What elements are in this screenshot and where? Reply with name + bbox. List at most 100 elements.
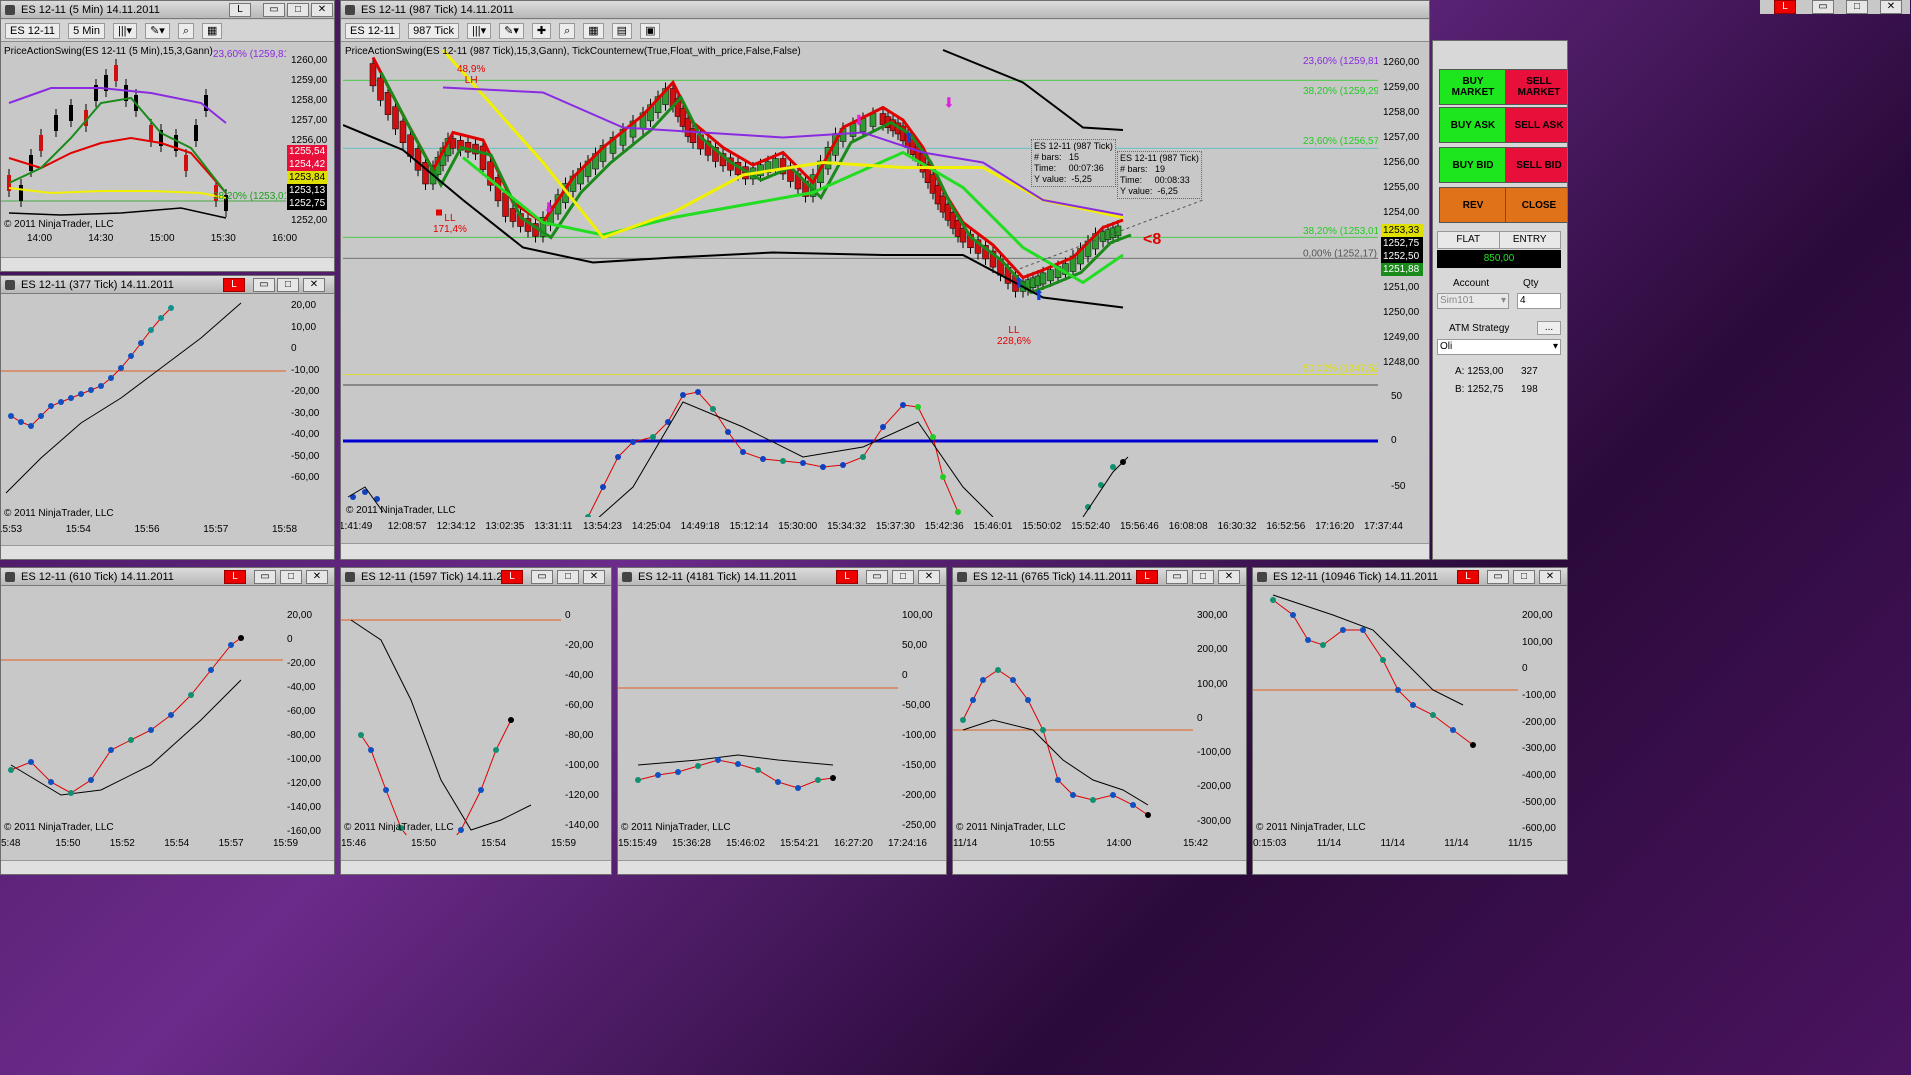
account-select[interactable]: Sim101 ▾ <box>1437 293 1509 309</box>
close-icon[interactable]: ✕ <box>306 570 328 584</box>
close-icon[interactable]: ✕ <box>1218 570 1240 584</box>
minimize-icon[interactable]: ▭ <box>866 570 888 584</box>
buy-market-button[interactable]: BUY MARKET <box>1439 69 1507 105</box>
price-plot-5min[interactable]: PriceActionSwing(ES 12-11 (5 Min),15,3,G… <box>1 43 286 243</box>
interval-selector[interactable]: 987 Tick <box>408 22 460 39</box>
maximize-icon[interactable]: □ <box>1192 570 1214 584</box>
oscillator-plot[interactable]: © 2011 NinjaTrader, LLC <box>341 590 561 835</box>
maximize-icon[interactable]: □ <box>287 3 309 17</box>
time-axis[interactable]: 15:46 15:50 15:54 15:59 <box>341 838 576 852</box>
maximize-icon[interactable]: □ <box>1846 0 1868 14</box>
draw-tools-icon[interactable]: ✎▾ <box>499 22 524 39</box>
link-button[interactable]: L <box>223 278 245 292</box>
time-axis[interactable]: 5:48 15:50 15:52 15:54 15:57 15:59 <box>1 838 298 852</box>
price-axis[interactable]: 1260,001259,001258,001257,001256,001255,… <box>1381 43 1429 383</box>
close-icon[interactable]: ✕ <box>303 278 325 292</box>
value-axis[interactable]: 50 0 -50 <box>1381 387 1429 517</box>
osc-plot-main[interactable]: © 2011 NinjaTrader, LLC <box>343 387 1378 517</box>
close-icon[interactable]: ✕ <box>311 3 333 17</box>
minimize-icon[interactable]: ▭ <box>1812 0 1834 14</box>
draw-tools-icon[interactable]: ✎▾ <box>145 22 170 39</box>
horizontal-scrollbar[interactable] <box>618 860 946 874</box>
atm-select[interactable]: Oli ▾ <box>1437 339 1561 355</box>
oscillator-plot[interactable]: © 2011 NinjaTrader, LLC <box>1253 590 1518 835</box>
link-button[interactable]: L <box>1774 0 1796 14</box>
horizontal-scrollbar[interactable] <box>341 860 611 874</box>
sell-bid-button[interactable]: SELL BID <box>1505 147 1567 183</box>
horizontal-scrollbar[interactable] <box>1 545 334 559</box>
link-button[interactable]: L <box>229 3 251 17</box>
close-icon[interactable]: ✕ <box>583 570 605 584</box>
chart-window-5min[interactable]: ES 12-11 (5 Min) 14.11.2011 L ▭ □ ✕ ES 1… <box>0 0 335 272</box>
zoom-icon[interactable]: ⌕ <box>559 22 576 39</box>
maximize-icon[interactable]: □ <box>1513 570 1535 584</box>
maximize-icon[interactable]: □ <box>557 570 579 584</box>
bar-type-icon[interactable]: |||▾ <box>467 22 492 39</box>
strategies-icon[interactable]: ▣ <box>640 22 661 39</box>
buy-ask-button[interactable]: BUY ASK <box>1439 107 1507 143</box>
close-button[interactable]: CLOSE <box>1505 187 1567 223</box>
time-axis[interactable]: 0:15:03 11/14 11/14 11/14 11/15 <box>1253 838 1532 852</box>
instrument-selector[interactable]: ES 12-11 <box>345 22 401 39</box>
panel-splitter[interactable] <box>343 384 1378 386</box>
close-icon[interactable]: ✕ <box>918 570 940 584</box>
bar-type-icon[interactable]: |||▾ <box>112 22 138 39</box>
osc-plot-377[interactable]: © 2011 NinjaTrader, LLC <box>1 298 286 523</box>
interval-selector[interactable]: 5 Min <box>68 22 105 39</box>
time-axis[interactable]: 15:53 15:54 15:56 15:57 15:58 <box>1 524 297 538</box>
horizontal-scrollbar[interactable] <box>1 257 334 271</box>
zoom-icon[interactable]: ⌕ <box>177 22 194 39</box>
time-axis[interactable]: 15:15:49 15:36:28 15:46:02 15:54:21 16:27:20… <box>618 838 927 852</box>
qty-stepper[interactable]: 4 <box>1517 293 1561 309</box>
crosshair-icon[interactable]: ✚ <box>531 22 552 39</box>
horizontal-scrollbar[interactable] <box>341 543 1429 559</box>
value-axis[interactable]: 200,00 100,00 0 -100,00 -200,00 -300,00 -400,0… <box>1522 590 1567 835</box>
price-plot-main[interactable]: 23,60% (1259,81) 38,20% (1259,29) 23,60% (… <box>343 43 1378 383</box>
instrument-selector[interactable]: ES 12-11 <box>5 22 61 39</box>
value-axis[interactable]: 100,00 50,00 0 -50,00 -100,00 -150,00 -200,00 -… <box>902 590 946 835</box>
oscillator-plot[interactable]: © 2011 NinjaTrader, LLC <box>953 590 1193 835</box>
value-axis[interactable]: 20,00 10,00 0 -10,00 -20,00 -30,00 -40,00 -50,0… <box>291 298 331 523</box>
maximize-icon[interactable]: □ <box>277 278 299 292</box>
minimize-icon[interactable]: ▭ <box>1166 570 1188 584</box>
maximize-icon[interactable]: □ <box>280 570 302 584</box>
oscillator-plot[interactable]: © 2011 NinjaTrader, LLC <box>618 590 898 835</box>
title-bar[interactable]: ES 12-11 (987 Tick) 14.11.2011 <box>341 1 1429 19</box>
value-axis[interactable]: 0 -20,00 -40,00 -60,00 -80,00 -100,00 -120,00 -… <box>565 590 611 835</box>
chart-window-w10946[interactable]: ES 12-11 (10946 Tick) 14.11.2011 L ▭ □ ✕… <box>1252 567 1568 875</box>
atm-edit-button[interactable]: ... <box>1537 321 1561 335</box>
buy-bid-button[interactable]: BUY BID <box>1439 147 1507 183</box>
oscillator-plot[interactable]: © 2011 NinjaTrader, LLC <box>1 590 283 835</box>
chart-window-w1597[interactable]: ES 12-11 (1597 Tick) 14.11.2011 L ▭ □ ✕ ©… <box>340 567 612 875</box>
minimize-icon[interactable]: ▭ <box>531 570 553 584</box>
horizontal-scrollbar[interactable] <box>1253 860 1567 874</box>
chart-window-987tick[interactable]: ES 12-11 (987 Tick) 14.11.2011 ES 12-11 … <box>340 0 1430 560</box>
link-button[interactable]: L <box>1457 570 1479 584</box>
close-icon[interactable]: ✕ <box>1880 0 1902 14</box>
price-axis[interactable]: 1260,001259,001258,001257,001256,001255,… <box>287 43 331 243</box>
sell-ask-button[interactable]: SELL ASK <box>1505 107 1567 143</box>
chart-window-w610[interactable]: ES 12-11 (610 Tick) 14.11.2011 L ▭ □ ✕ © … <box>0 567 335 875</box>
horizontal-scrollbar[interactable] <box>953 860 1246 874</box>
minimize-icon[interactable]: ▭ <box>1487 570 1509 584</box>
minimize-icon[interactable]: ▭ <box>254 570 276 584</box>
link-button[interactable]: L <box>224 570 246 584</box>
chart-window-w4181[interactable]: ES 12-11 (4181 Tick) 14.11.2011 L ▭ □ ✕ ©… <box>617 567 947 875</box>
indicators-icon[interactable]: ▤ <box>611 22 633 39</box>
minimize-icon[interactable]: ▭ <box>263 3 285 17</box>
maximize-icon[interactable]: □ <box>892 570 914 584</box>
time-axis[interactable]: 1:41:49 12:08:57 12:34:12 13:02:35 13:31:11 1… <box>341 521 1403 535</box>
chart-window-377tick[interactable]: ES 12-11 (377 Tick) 14.11.2011 L ▭ □ ✕ ©… <box>0 275 335 560</box>
time-axis[interactable]: 14:00 14:30 15:00 15:30 16:00 <box>1 233 297 247</box>
chart-window-w6765[interactable]: ES 12-11 (6765 Tick) 14.11.2011 L ▭ □ ✕ ©… <box>952 567 1247 875</box>
close-icon[interactable]: ✕ <box>1539 570 1561 584</box>
time-axis[interactable]: 11/14 10:55 14:00 15:42 <box>953 838 1208 852</box>
sell-market-button[interactable]: SELL MARKET <box>1505 69 1567 105</box>
minimize-icon[interactable]: ▭ <box>253 278 275 292</box>
link-button[interactable]: L <box>501 570 523 584</box>
link-button[interactable]: L <box>1136 570 1158 584</box>
horizontal-scrollbar[interactable] <box>1 860 334 874</box>
reverse-button[interactable]: REV <box>1439 187 1507 223</box>
value-axis[interactable]: 20,00 0 -20,00 -40,00 -60,00 -80,00 -100,00 -12… <box>287 590 334 837</box>
properties-icon[interactable]: ▦ <box>201 22 223 39</box>
